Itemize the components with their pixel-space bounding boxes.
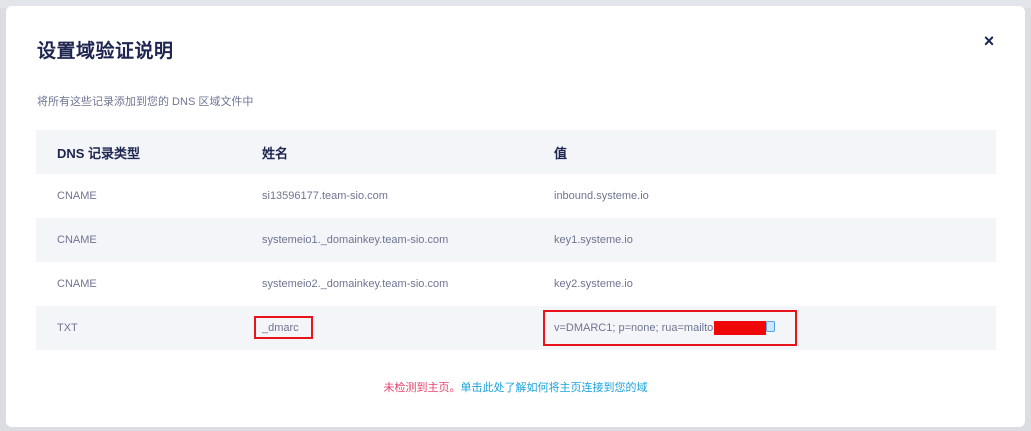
record-value-cell: key1.systeme.io [554,234,633,246]
close-icon[interactable]: × [980,32,998,50]
homepage-warning-text: 未检测到主页。 [383,382,461,394]
table-row: CNAME systemeio1._domainkey.team-sio.com… [36,218,996,262]
record-value-cell: key2.systeme.io [554,278,633,290]
table-row: TXT _dmarc v=DMARC1; p=none; rua=mailto [36,306,996,350]
dialog-subtitle: 将所有这些记录添加到您的 DNS 区域文件中 [37,96,254,108]
homepage-notice: 未检测到主页。单击此处了解如何将主页连接到您的域 [6,379,1025,395]
domain-verification-dialog: 设置域验证说明 × 将所有这些记录添加到您的 DNS 区域文件中 DNS 记录类… [6,6,1025,427]
record-type-cell: CNAME [57,234,97,246]
table-header-row: DNS 记录类型 姓名 值 [36,130,996,174]
column-header-name: 姓名 [262,145,289,161]
record-name-cell: systemeio1._domainkey.team-sio.com [262,234,449,246]
highlight-box-name [254,316,313,339]
column-header-record-type: DNS 记录类型 [57,145,141,161]
dialog-title: 设置域验证说明 [37,41,174,62]
table-row: CNAME si13596177.team-sio.com inbound.sy… [36,174,996,218]
record-type-cell: CNAME [57,278,97,290]
record-name-cell: systemeio2._domainkey.team-sio.com [262,278,449,290]
record-type-cell: TXT [57,322,78,334]
highlight-box-value [543,310,797,346]
table-row: CNAME systemeio2._domainkey.team-sio.com… [36,262,996,306]
dns-records-table: DNS 记录类型 姓名 值 CNAME si13596177.team-sio.… [36,130,996,350]
connect-homepage-link[interactable]: 单击此处了解如何将主页连接到您的域 [461,382,648,394]
record-value-cell: inbound.systeme.io [554,190,649,202]
record-type-cell: CNAME [57,190,97,202]
column-header-value: 值 [554,145,568,161]
record-name-cell: si13596177.team-sio.com [262,190,388,202]
